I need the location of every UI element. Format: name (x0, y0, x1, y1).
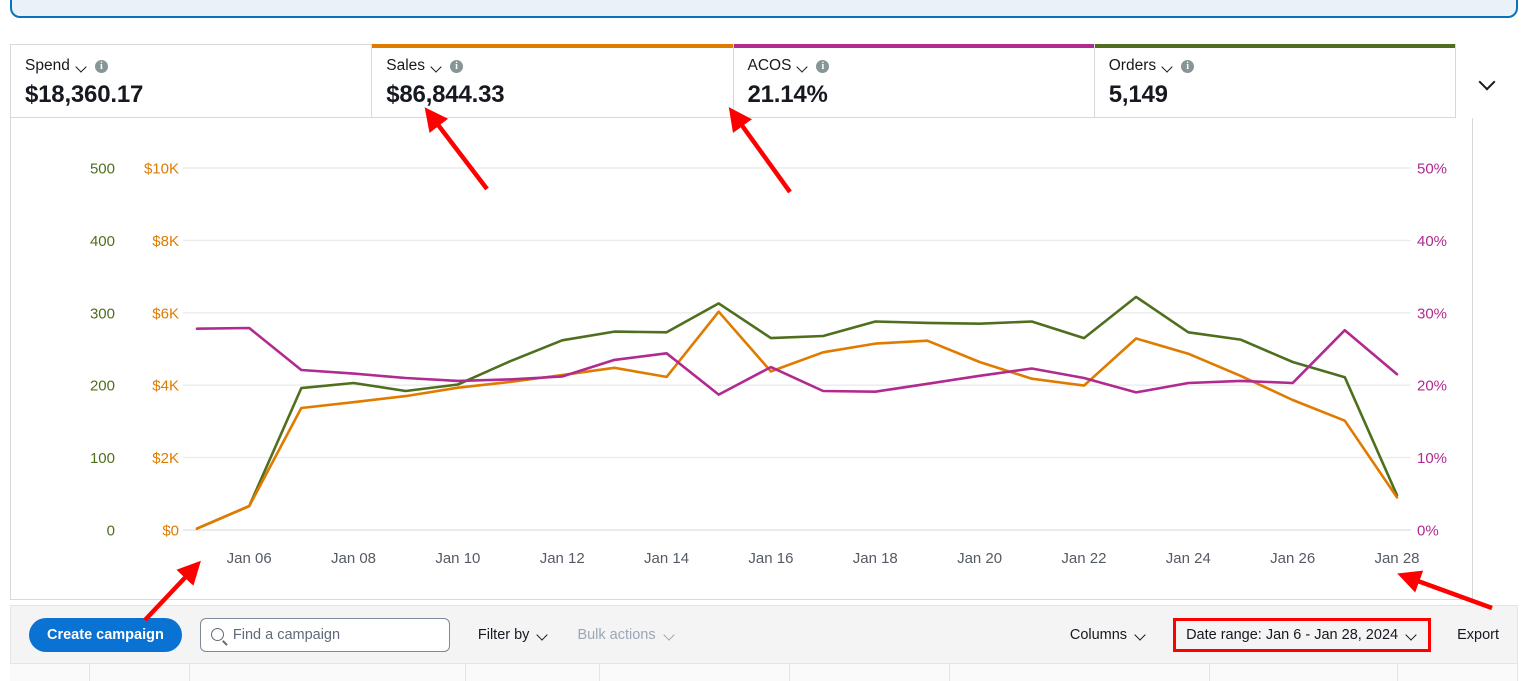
metric-header-spend: Spend i (25, 57, 371, 75)
chevron-down-icon[interactable] (77, 63, 88, 70)
columns-dropdown[interactable]: Columns (1070, 627, 1147, 643)
bulk-actions-dropdown[interactable]: Bulk actions (577, 627, 675, 643)
metric-header-orders: Orders i (1109, 57, 1455, 75)
svg-text:Jan 16: Jan 16 (748, 550, 793, 567)
svg-text:Jan 20: Jan 20 (957, 550, 1002, 567)
svg-text:Jan 06: Jan 06 (227, 550, 272, 567)
chevron-down-icon (1407, 631, 1418, 638)
metric-card-sales[interactable]: Sales i $86,844.33 (372, 44, 734, 117)
metric-card-orders[interactable]: Orders i 5,149 (1094, 44, 1456, 117)
chevron-down-icon[interactable] (1163, 63, 1174, 70)
date-range-dropdown[interactable]: Date range: Jan 6 - Jan 28, 2024 (1186, 627, 1418, 643)
svg-text:0%: 0% (1417, 523, 1439, 540)
svg-text:Jan 18: Jan 18 (853, 550, 898, 567)
metric-header-acos: ACOS i (748, 57, 1094, 75)
date-range-highlight: Date range: Jan 6 - Jan 28, 2024 (1173, 617, 1432, 652)
svg-text:Jan 10: Jan 10 (435, 550, 480, 567)
svg-text:$4K: $4K (152, 378, 179, 395)
table-column-divider (190, 664, 466, 681)
metrics-line-chart: 0 100 200 300 400 500 $0 $2K $4K $6K $8K $10K 0% 10% 2… (90, 161, 1447, 568)
table-column-divider (10, 664, 90, 681)
date-range-label: Date range: Jan 6 - Jan 28, 2024 (1186, 626, 1399, 643)
collapse-metrics-button[interactable] (1456, 44, 1518, 118)
info-icon[interactable]: i (450, 59, 464, 73)
svg-text:Jan 22: Jan 22 (1061, 550, 1106, 567)
svg-text:400: 400 (90, 233, 115, 250)
table-column-divider (90, 664, 190, 681)
svg-text:Jan 08: Jan 08 (331, 550, 376, 567)
svg-text:0: 0 (107, 523, 115, 540)
metric-label-sales: Sales (386, 57, 426, 74)
chevron-down-icon (1479, 76, 1495, 86)
svg-text:$0: $0 (162, 523, 179, 540)
find-campaign-search[interactable] (199, 617, 450, 652)
svg-text:500: 500 (90, 161, 115, 178)
page-root: Spend i $18,360.17 Sales i $86,844.33 AC… (0, 0, 1528, 681)
table-column-divider (1210, 664, 1398, 681)
svg-text:30%: 30% (1417, 305, 1447, 322)
info-icon[interactable]: i (94, 59, 108, 73)
campaigns-toolbar: Create campaign Filter by Bulk actions C… (10, 605, 1518, 663)
metric-value-orders: 5,149 (1108, 81, 1168, 108)
metric-value-spend: $18,360.17 (25, 81, 144, 108)
table-column-divider (790, 664, 950, 681)
svg-text:$10K: $10K (144, 161, 179, 178)
bulk-actions-label: Bulk actions (577, 626, 656, 643)
search-input[interactable] (200, 618, 449, 651)
metrics-chart-panel: 0 100 200 300 400 500 $0 $2K $4K $6K $8K $10K 0% 10% 2… (10, 118, 1473, 600)
svg-text:Jan 28: Jan 28 (1374, 550, 1419, 567)
chevron-down-icon (538, 631, 549, 638)
chevron-down-icon (1136, 631, 1147, 638)
svg-text:200: 200 (90, 378, 115, 395)
svg-text:100: 100 (90, 450, 115, 467)
metrics-strip: Spend i $18,360.17 Sales i $86,844.33 AC… (10, 44, 1518, 118)
info-icon[interactable]: i (816, 59, 830, 73)
chevron-down-icon[interactable] (798, 63, 809, 70)
metric-header-sales: Sales i (386, 57, 732, 75)
create-campaign-button[interactable]: Create campaign (29, 617, 182, 652)
metric-card-spend[interactable]: Spend i $18,360.17 (11, 44, 373, 117)
search-icon (210, 627, 224, 641)
svg-text:Jan 14: Jan 14 (644, 550, 689, 567)
metric-label-spend: Spend (25, 57, 70, 74)
metric-label-acos: ACOS (747, 57, 792, 74)
info-banner (10, 0, 1518, 18)
svg-text:Jan 24: Jan 24 (1166, 550, 1211, 567)
columns-label: Columns (1069, 626, 1128, 643)
metric-value-acos: 21.14% (747, 81, 828, 108)
table-column-divider (1398, 664, 1518, 681)
metric-label-orders: Orders (1108, 57, 1157, 74)
metric-accent-spend (11, 44, 371, 48)
svg-text:Jan 12: Jan 12 (540, 550, 585, 567)
svg-text:20%: 20% (1417, 378, 1447, 395)
metric-accent-sales (372, 44, 733, 48)
campaigns-table-header-strip (10, 663, 1518, 681)
metric-cards-row: Spend i $18,360.17 Sales i $86,844.33 AC… (10, 44, 1456, 118)
svg-text:Jan 26: Jan 26 (1270, 550, 1315, 567)
metric-accent-acos (733, 44, 1094, 48)
export-button[interactable]: Export (1457, 627, 1499, 643)
filter-by-label: Filter by (477, 626, 530, 643)
table-column-divider (600, 664, 790, 681)
metric-accent-orders (1094, 44, 1455, 48)
svg-text:300: 300 (90, 305, 115, 322)
svg-text:$2K: $2K (152, 450, 179, 467)
info-icon[interactable]: i (1181, 59, 1195, 73)
svg-text:$8K: $8K (152, 233, 179, 250)
filter-by-dropdown[interactable]: Filter by (478, 627, 550, 643)
svg-text:40%: 40% (1417, 233, 1447, 250)
table-column-divider (466, 664, 600, 681)
svg-text:$6K: $6K (152, 305, 179, 322)
metric-value-sales: $86,844.33 (386, 81, 505, 108)
table-column-divider (950, 664, 1210, 681)
metric-card-acos[interactable]: ACOS i 21.14% (733, 44, 1095, 117)
svg-text:50%: 50% (1417, 161, 1447, 178)
chevron-down-icon[interactable] (432, 63, 443, 70)
svg-text:10%: 10% (1417, 450, 1447, 467)
chevron-down-icon (665, 631, 676, 638)
